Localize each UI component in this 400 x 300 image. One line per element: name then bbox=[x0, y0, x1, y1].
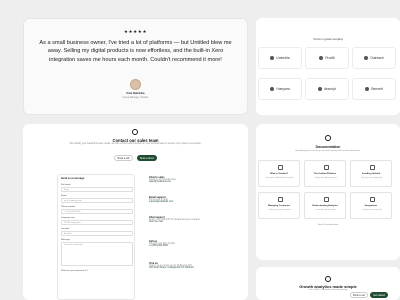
info-chat-sales: Chat to sales Speak to our friendly team.… bbox=[149, 176, 176, 183]
email-field[interactable]: you@company.com bbox=[61, 198, 133, 203]
logo-tile-descript: descript bbox=[305, 78, 349, 100]
doc-tile[interactable]: Understanding Analytics Learn about growt… bbox=[304, 192, 346, 219]
logo-name: descript bbox=[324, 87, 336, 91]
descript-logo-icon bbox=[318, 87, 323, 91]
field-label: Location bbox=[61, 228, 70, 230]
logo-name: Outreach bbox=[370, 56, 384, 60]
doc-tile-desc: Learn about growth metrics. bbox=[315, 209, 337, 211]
doc-tile-title: Integrations bbox=[364, 205, 378, 207]
view-all-docs-link[interactable]: View all documentation bbox=[256, 224, 400, 226]
outreach-logo-icon bbox=[364, 56, 369, 60]
logo-name: Homyara bbox=[276, 87, 290, 91]
address-link[interactable]: 100 Smith Street, Collingwood VIC 3066 A… bbox=[149, 267, 209, 269]
install-icon bbox=[370, 165, 375, 170]
doc-tile[interactable]: The Untitled Platform Explore the platfor… bbox=[304, 160, 346, 187]
logos-title: You're in great company bbox=[313, 37, 343, 41]
phone-field[interactable]: +1 (555) 000-0000 bbox=[61, 209, 133, 214]
doc-tile-desc: Connect your favorite tools. bbox=[361, 209, 383, 211]
logo-tile-outreach: Outreach bbox=[352, 47, 396, 69]
rating-stars: ★★★★★ bbox=[123, 29, 148, 34]
homyara-logo-icon bbox=[270, 87, 275, 91]
field-label: Message bbox=[61, 239, 70, 241]
get-started-button[interactable]: Get started bbox=[370, 292, 388, 298]
doc-tile[interactable]: Integrations Connect your favorite tools. bbox=[350, 192, 392, 219]
docs-title: Documentation bbox=[315, 145, 341, 149]
contact-subtitle: We simplify your leadership team needs, … bbox=[69, 143, 202, 145]
analytics-icon bbox=[324, 197, 329, 202]
prodifi-logo-icon bbox=[319, 56, 324, 60]
info-email-support: Email support We're here to help. support@… bbox=[149, 196, 173, 203]
info-chat-support: Chat support Chat to our staff 24/7 for i… bbox=[149, 216, 229, 223]
docs-subtitle: Everything you need to get up and runnin… bbox=[295, 150, 361, 152]
testimonial-role: Group Manager, Studios bbox=[122, 96, 149, 99]
logo-tile-bennett: Bennett bbox=[352, 78, 396, 100]
logo-tile-homyara: Homyara bbox=[258, 78, 302, 100]
brand-logo-icon bbox=[132, 129, 138, 135]
integrations-icon bbox=[370, 197, 375, 202]
logo-name: Prodifi bbox=[325, 56, 335, 60]
company-size-select[interactable]: 50-250 employees bbox=[61, 220, 133, 225]
platform-icon bbox=[324, 165, 329, 170]
doc-tile-desc: Learn about Untitled and how it works. bbox=[265, 177, 295, 179]
users-icon bbox=[278, 197, 283, 202]
field-label: Email bbox=[61, 195, 67, 197]
doc-tile-title: What is Untitled? bbox=[270, 173, 288, 175]
form-heading: Send us a message bbox=[61, 177, 85, 180]
growth-book-call-button[interactable]: Book a call bbox=[350, 292, 368, 298]
info-call-us: Call us Mon-Fri from 8am to 5pm. +1 (555) … bbox=[149, 240, 176, 247]
logo-name: Umbrella bbox=[276, 56, 290, 60]
interests-label: What are you interested in? bbox=[61, 270, 88, 272]
testimonial-quote: As a small business owner, I've tried a … bbox=[39, 40, 232, 63]
bennett-logo-icon bbox=[365, 87, 370, 91]
logo-name: Bennett bbox=[371, 87, 383, 91]
contact-form: Send us a message Full name Name Email y… bbox=[57, 174, 135, 300]
brand-logo-icon bbox=[325, 135, 331, 141]
doc-tile-title: Understanding Analytics bbox=[312, 205, 338, 207]
location-select[interactable]: Australia bbox=[61, 231, 133, 236]
growth-subtitle: Join 4,000+ companies already growing bbox=[308, 289, 348, 291]
live-chat-link[interactable]: Start live chat bbox=[149, 221, 229, 223]
sales-email-link[interactable]: sales@untitledui.com bbox=[149, 181, 176, 183]
doc-tile[interactable]: Managing Customers Keep track of your cus… bbox=[258, 192, 300, 219]
doc-tile-desc: Explore the platform features. bbox=[314, 177, 338, 179]
logo-tile-prodifi: Prodifi bbox=[305, 47, 349, 69]
doc-tile-desc: Keep track of your customers. bbox=[268, 209, 292, 211]
doc-tile-desc: Set up in a few simple steps. bbox=[361, 177, 383, 179]
full-name-field[interactable]: Name bbox=[61, 187, 133, 192]
field-label: Company size bbox=[61, 217, 75, 219]
book-demo-button[interactable]: Book a demo bbox=[137, 155, 157, 161]
umbrella-logo-icon bbox=[270, 56, 275, 60]
doc-tile-title: Installing Untitled bbox=[361, 173, 381, 175]
field-label: Phone number bbox=[61, 206, 76, 208]
info-visit-us: Visit us Chat to us in person at our Melb… bbox=[149, 262, 209, 269]
brand-logo-icon bbox=[325, 276, 331, 282]
doc-tile[interactable]: What is Untitled? Learn about Untitled an… bbox=[258, 160, 300, 187]
testimonial-author: Kate Nakitrika bbox=[126, 92, 145, 95]
doc-tile-title: The Untitled Platform bbox=[313, 173, 337, 175]
phone-link[interactable]: +1 (555) 000-0000 bbox=[149, 245, 176, 247]
support-email-link[interactable]: support@untitledui.com bbox=[149, 201, 173, 203]
doc-tile[interactable]: Installing Untitled Set up in a few simpl… bbox=[350, 160, 392, 187]
logo-tile-umbrella: Umbrella bbox=[258, 47, 302, 69]
book-call-button[interactable]: Book a call bbox=[114, 155, 133, 161]
doc-icon bbox=[278, 165, 283, 170]
avatar bbox=[130, 79, 141, 90]
message-textarea[interactable]: Leave us a message bbox=[61, 242, 133, 266]
doc-tile-title: Managing Customers bbox=[267, 205, 291, 207]
field-label: Full name bbox=[61, 184, 71, 186]
